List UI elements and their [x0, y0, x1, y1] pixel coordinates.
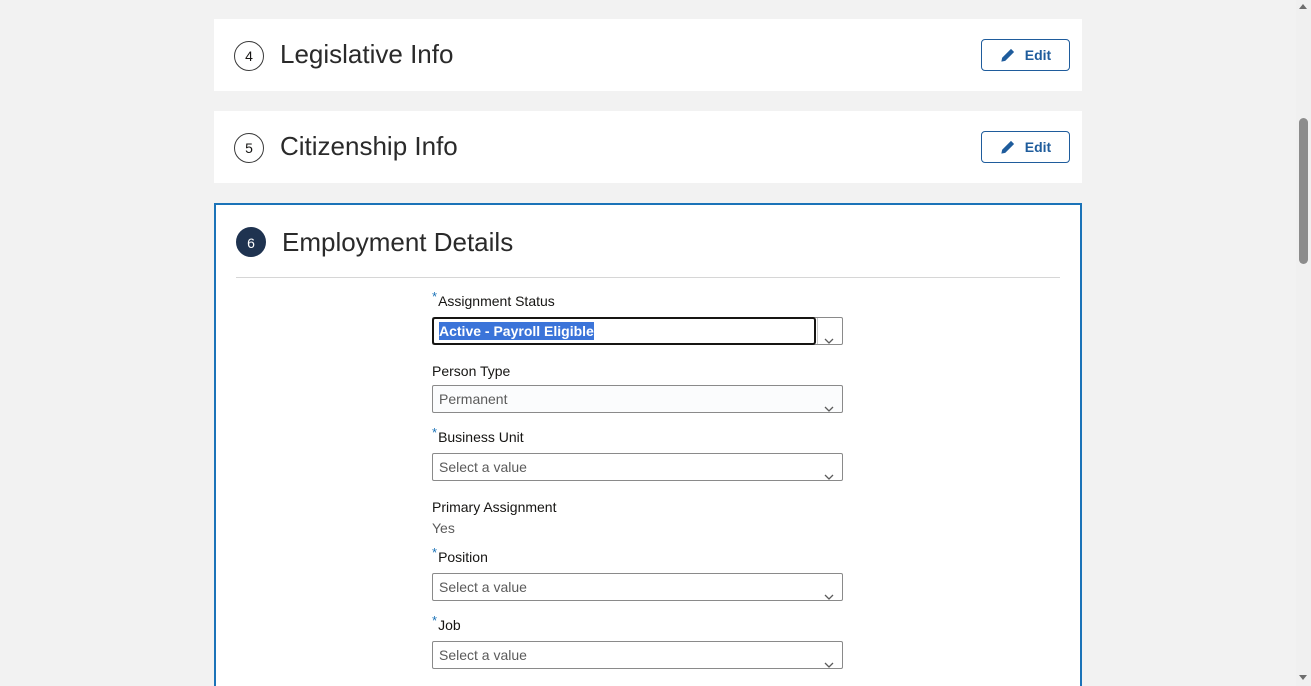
edit-button-label: Edit — [1024, 139, 1052, 155]
assignment-status-select[interactable]: Active - Payroll Eligible — [432, 317, 843, 345]
business-unit-select[interactable]: Select a value — [432, 453, 843, 481]
scroll-up-arrow-icon[interactable] — [1299, 4, 1307, 9]
chevron-down-icon[interactable] — [824, 583, 834, 609]
section-title: Citizenship Info — [280, 131, 458, 161]
step-number-badge: 6 — [236, 227, 266, 257]
step-number-badge: 5 — [234, 133, 264, 163]
scrollbar-thumb[interactable] — [1299, 118, 1308, 264]
legislative-info-section: 4 Legislative Info Edit — [214, 19, 1082, 91]
pencil-icon — [1000, 139, 1016, 155]
citizenship-edit-button[interactable]: Edit — [981, 131, 1070, 163]
section-title: Legislative Info — [280, 39, 454, 69]
required-marker: * — [432, 289, 438, 304]
position-placeholder: Select a value — [439, 579, 527, 595]
job-placeholder: Select a value — [439, 647, 527, 663]
job-label: *Job — [432, 613, 461, 633]
business-unit-placeholder: Select a value — [439, 459, 527, 475]
job-select[interactable]: Select a value — [432, 641, 843, 669]
chevron-down-icon[interactable] — [824, 395, 834, 421]
primary-assignment-value: Yes — [432, 520, 455, 536]
edit-button-label: Edit — [1024, 47, 1052, 63]
assignment-status-label: *Assignment Status — [432, 289, 555, 309]
step-number-badge: 4 — [234, 41, 264, 71]
section-divider — [236, 277, 1060, 278]
vertical-scrollbar[interactable] — [1296, 0, 1311, 686]
required-marker: * — [432, 613, 438, 628]
primary-assignment-label: Primary Assignment — [432, 499, 557, 515]
assignment-status-value: Active - Payroll Eligible — [439, 322, 594, 340]
page: 4 Legislative Info Edit 5 Citizenship In… — [0, 0, 1311, 686]
chevron-down-icon[interactable] — [824, 463, 834, 489]
section-title: Employment Details — [282, 227, 514, 257]
citizenship-info-section: 5 Citizenship Info Edit — [214, 111, 1082, 183]
scroll-down-arrow-icon[interactable] — [1299, 675, 1307, 680]
employment-details-section: 6 Employment Details *Assignment Status … — [214, 203, 1082, 686]
business-unit-label: *Business Unit — [432, 425, 524, 445]
person-type-value: Permanent — [439, 391, 508, 407]
position-label: *Position — [432, 545, 488, 565]
required-marker: * — [432, 425, 438, 440]
person-type-label: Person Type — [432, 363, 511, 379]
chevron-down-icon[interactable] — [824, 651, 834, 677]
legislative-edit-button[interactable]: Edit — [981, 39, 1070, 71]
dropdown-separator — [817, 318, 818, 344]
person-type-select[interactable]: Permanent — [432, 385, 843, 413]
required-marker: * — [432, 545, 438, 560]
position-select[interactable]: Select a value — [432, 573, 843, 601]
pencil-icon — [1000, 47, 1016, 63]
chevron-down-icon[interactable] — [824, 327, 834, 353]
